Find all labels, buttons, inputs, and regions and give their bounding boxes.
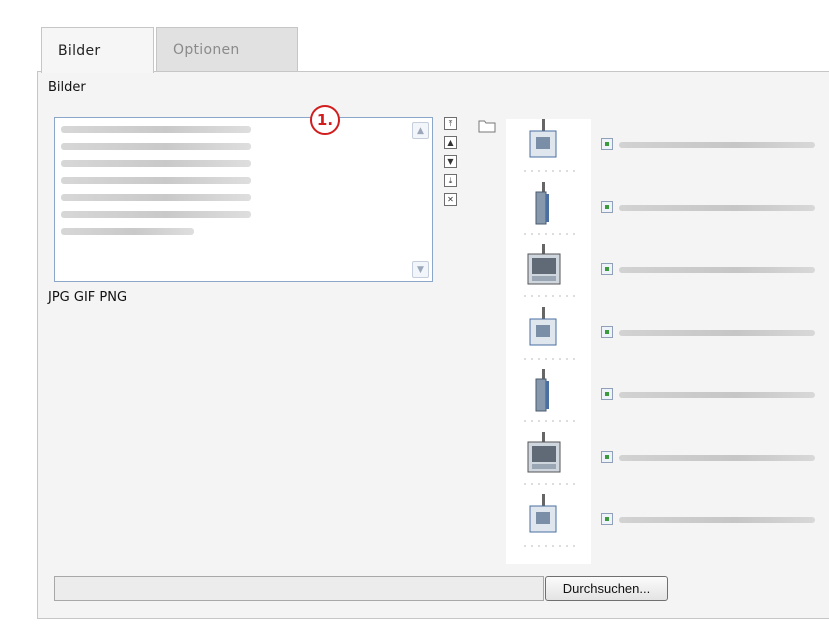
remove-button[interactable]: ✕ bbox=[444, 193, 457, 206]
list-item[interactable] bbox=[601, 307, 829, 369]
image-file-icon bbox=[601, 325, 613, 338]
list-item[interactable] bbox=[601, 432, 829, 494]
list-item[interactable] bbox=[61, 177, 251, 184]
file-name-redacted bbox=[619, 267, 815, 273]
list-item[interactable] bbox=[61, 143, 251, 150]
folder-icon[interactable] bbox=[478, 119, 496, 133]
file-name-redacted bbox=[619, 454, 815, 461]
file-name-redacted bbox=[619, 204, 815, 211]
list-item[interactable] bbox=[601, 244, 829, 306]
browse-button[interactable]: Durchsuchen... bbox=[545, 576, 668, 601]
image-file-icon bbox=[601, 263, 613, 275]
image-file-icon bbox=[601, 450, 613, 463]
thumbnail-strip bbox=[506, 119, 591, 564]
file-name-redacted bbox=[619, 142, 815, 148]
scroll-up-icon[interactable]: ▲ bbox=[412, 122, 429, 139]
listbox-scrollbar[interactable]: ▲ ▼ bbox=[412, 122, 429, 278]
image-thumbnail[interactable] bbox=[506, 431, 591, 494]
image-file-icon bbox=[601, 138, 613, 150]
image-file-icon bbox=[601, 513, 613, 525]
list-items bbox=[61, 126, 251, 245]
list-item[interactable] bbox=[601, 369, 829, 431]
allowed-filetypes: JPG GIF PNG bbox=[48, 290, 128, 305]
list-item[interactable] bbox=[61, 211, 251, 218]
scroll-down-icon[interactable]: ▼ bbox=[412, 261, 429, 278]
list-controls: ⤒ ▲ ▼ ⤓ ✕ bbox=[444, 117, 458, 212]
list-item[interactable] bbox=[61, 228, 194, 235]
image-listbox[interactable]: ▲ ▼ bbox=[54, 117, 433, 282]
file-name-redacted bbox=[619, 329, 815, 336]
image-thumbnail[interactable] bbox=[506, 369, 591, 431]
move-down-button[interactable]: ▼ bbox=[444, 155, 457, 168]
file-name-redacted bbox=[619, 517, 815, 523]
image-thumbnail[interactable] bbox=[506, 244, 591, 306]
file-path-input[interactable] bbox=[54, 576, 544, 601]
image-thumbnail[interactable] bbox=[506, 306, 591, 369]
move-up-button[interactable]: ▲ bbox=[444, 136, 457, 149]
list-item[interactable] bbox=[61, 126, 251, 133]
list-item[interactable] bbox=[601, 494, 829, 556]
image-thumbnail[interactable] bbox=[506, 119, 591, 181]
list-item[interactable] bbox=[601, 182, 829, 244]
image-thumbnail[interactable] bbox=[506, 494, 591, 556]
callout-marker: 1. bbox=[310, 105, 340, 135]
image-file-icon bbox=[601, 200, 613, 213]
tab-bilder[interactable]: Bilder bbox=[41, 27, 154, 73]
image-file-icon bbox=[601, 388, 613, 400]
section-label: Bilder bbox=[48, 80, 86, 95]
tab-panel: Bilder ▲ ▼ 1. JPG GIF PNG ⤒ ▲ ▼ ⤓ ✕ Durc… bbox=[37, 71, 829, 619]
tab-optionen[interactable]: Optionen bbox=[156, 27, 298, 71]
move-bottom-button[interactable]: ⤓ bbox=[444, 174, 457, 187]
list-item[interactable] bbox=[601, 119, 829, 181]
file-name-redacted bbox=[619, 392, 815, 398]
move-top-button[interactable]: ⤒ bbox=[444, 117, 457, 130]
list-item[interactable] bbox=[61, 160, 251, 167]
list-item[interactable] bbox=[61, 194, 251, 201]
image-thumbnail[interactable] bbox=[506, 181, 591, 244]
